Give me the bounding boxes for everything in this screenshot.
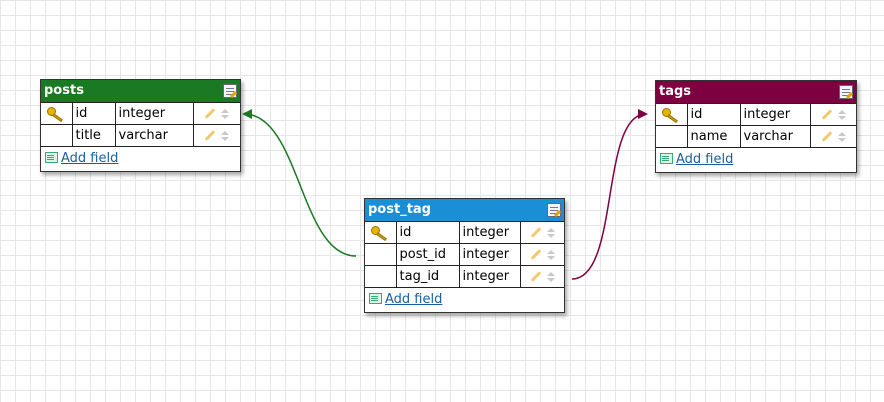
key-cell <box>656 125 688 148</box>
pencil-icon[interactable] <box>530 227 542 238</box>
pencil-icon[interactable] <box>204 108 216 119</box>
key-cell <box>365 265 397 288</box>
add-field-icon[interactable] <box>369 293 382 304</box>
edit-table-icon[interactable] <box>547 203 561 217</box>
reorder-icons <box>546 249 555 260</box>
relation-post-id-to-posts-id[interactable] <box>242 109 357 257</box>
add-field-link[interactable]: Add field <box>676 152 733 167</box>
pencil-icon[interactable] <box>821 131 833 142</box>
reorder-icons <box>546 271 555 282</box>
key-cell <box>365 243 397 266</box>
field-row[interactable]: id integer <box>41 102 240 125</box>
field-name[interactable]: id <box>686 103 741 126</box>
relation-tag-id-to-tags-id[interactable] <box>571 109 648 280</box>
table-name: tags <box>659 84 692 99</box>
arrow-up-icon[interactable] <box>221 130 230 135</box>
key-icon <box>662 107 680 123</box>
table-name: post_tag <box>368 202 431 217</box>
table-posts[interactable]: posts id integer title varchar Add field <box>40 79 241 172</box>
field-name[interactable]: post_id <box>395 243 460 266</box>
table-tags[interactable]: tags id integer name varchar Add field <box>655 80 857 173</box>
field-actions <box>809 103 856 126</box>
primary-key-cell <box>41 102 73 125</box>
pencil-icon[interactable] <box>530 271 542 282</box>
reorder-icons <box>221 108 230 119</box>
field-name[interactable]: title <box>71 124 116 147</box>
fields-table: id integer name varchar <box>656 103 856 148</box>
field-name[interactable]: id <box>71 102 116 125</box>
reorder-icons <box>837 109 846 120</box>
field-actions <box>809 125 856 148</box>
primary-key-cell <box>656 103 688 126</box>
field-row[interactable]: id integer <box>656 103 856 126</box>
arrow-up-icon[interactable] <box>837 131 846 136</box>
edit-table-icon[interactable] <box>839 85 853 99</box>
key-cell <box>41 124 73 147</box>
field-type[interactable]: varchar <box>739 125 811 148</box>
field-actions <box>519 265 564 288</box>
arrow-down-icon[interactable] <box>221 114 230 119</box>
add-field-link[interactable]: Add field <box>61 151 118 166</box>
key-icon <box>371 225 389 241</box>
arrow-up-icon[interactable] <box>837 109 846 114</box>
field-row[interactable]: tag_id integer <box>365 265 564 288</box>
field-actions <box>519 243 564 266</box>
field-name[interactable]: id <box>395 221 460 244</box>
table-header[interactable]: tags <box>656 81 856 103</box>
field-name[interactable]: tag_id <box>395 265 460 288</box>
field-type[interactable]: varchar <box>114 124 194 147</box>
add-field-icon[interactable] <box>45 152 58 163</box>
edit-table-icon[interactable] <box>223 84 237 98</box>
arrow-up-icon[interactable] <box>546 249 555 254</box>
pencil-icon[interactable] <box>530 249 542 260</box>
field-row[interactable]: post_id integer <box>365 243 564 266</box>
table-header[interactable]: posts <box>41 80 240 102</box>
arrow-down-icon[interactable] <box>546 277 555 282</box>
field-type[interactable]: integer <box>458 221 521 244</box>
arrow-up-icon[interactable] <box>546 271 555 276</box>
arrow-down-icon[interactable] <box>546 255 555 260</box>
arrow-down-icon[interactable] <box>221 136 230 141</box>
fields-table: id integer title varchar <box>41 102 240 147</box>
field-row[interactable]: title varchar <box>41 124 240 147</box>
add-field-link[interactable]: Add field <box>385 292 442 307</box>
key-icon <box>47 106 65 122</box>
pencil-icon[interactable] <box>204 130 216 141</box>
field-row[interactable]: id integer <box>365 221 564 244</box>
reorder-icons <box>837 131 846 142</box>
fields-table: id integer post_id integer tag_id intege… <box>365 221 564 288</box>
field-type[interactable]: integer <box>739 103 811 126</box>
table-footer: Add field <box>656 148 856 172</box>
field-type[interactable]: integer <box>114 102 194 125</box>
reorder-icons <box>546 227 555 238</box>
table-header[interactable]: post_tag <box>365 199 564 221</box>
field-row[interactable]: name varchar <box>656 125 856 148</box>
pencil-icon[interactable] <box>821 109 833 120</box>
arrow-down-icon[interactable] <box>546 233 555 238</box>
reorder-icons <box>221 130 230 141</box>
arrow-down-icon[interactable] <box>837 137 846 142</box>
primary-key-cell <box>365 221 397 244</box>
field-type[interactable]: integer <box>458 243 521 266</box>
arrow-up-icon[interactable] <box>546 227 555 232</box>
field-type[interactable]: integer <box>458 265 521 288</box>
table-post-tag[interactable]: post_tag id integer post_id integer tag_… <box>364 198 565 313</box>
diagram-canvas: posts id integer title varchar Add field… <box>0 0 884 402</box>
field-name[interactable]: name <box>686 125 741 148</box>
table-name: posts <box>44 83 84 98</box>
table-footer: Add field <box>41 147 240 171</box>
arrow-down-icon[interactable] <box>837 115 846 120</box>
arrow-up-icon[interactable] <box>221 108 230 113</box>
field-actions <box>519 221 564 244</box>
table-footer: Add field <box>365 288 564 312</box>
add-field-icon[interactable] <box>660 153 673 164</box>
field-actions <box>192 124 240 147</box>
field-actions <box>192 102 240 125</box>
